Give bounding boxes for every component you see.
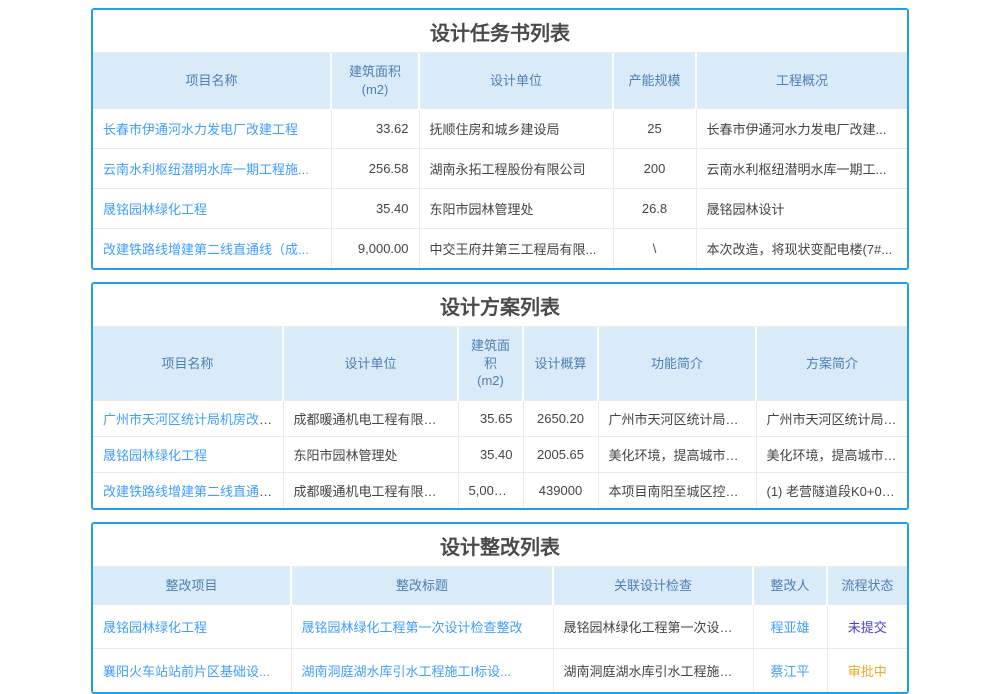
col-header-project-name: 项目名称 (93, 53, 331, 109)
col-header-rectification-project: 整改项目 (93, 567, 291, 605)
cell-function-intro: 广州市天河区统计局机房... (598, 400, 756, 436)
table-row: 广州市天河区统计局机房改造... 成都暖通机电工程有限公司 35.65 2650… (93, 400, 907, 436)
col-header-design-unit: 设计单位 (419, 53, 613, 109)
col-header-design-unit: 设计单位 (283, 327, 458, 400)
cell-design-unit: 成都暖通机电工程有限公司 (283, 400, 458, 436)
header-row: 项目名称 建筑面积 (m2) 设计单位 产能规模 工程概况 (93, 53, 907, 109)
cell-plan-intro: 美化环境，提高城市绿化... (756, 436, 907, 472)
cell-building-area: 33.62 (331, 109, 419, 149)
cell-capacity-scale: \ (613, 229, 696, 269)
cell-function-intro: 美化环境，提高城市绿化... (598, 436, 756, 472)
col-header-related-design-check: 关联设计检查 (553, 567, 753, 605)
project-link[interactable]: 长春市伊通河水力发电厂改建工程 (103, 122, 298, 137)
header-row: 项目名称 设计单位 建筑面积 (m2) 设计概算 功能简介 方案简介 (93, 327, 907, 400)
cell-function-intro: 本项目南阳至城区控制性... (598, 472, 756, 508)
cell-design-unit: 抚顺住房和城乡建设局 (419, 109, 613, 149)
table-row: 襄阳火车站站前片区基础设... 湖南洞庭湖水库引水工程施工I标设... 湖南洞庭… (93, 649, 907, 693)
project-link[interactable]: 晟铭园林绿化工程 (103, 202, 207, 217)
cell-plan-intro: 广州市天河区统计局机房... (756, 400, 907, 436)
cell-design-estimate: 439000 (523, 472, 598, 508)
cell-building-area: 256.58 (331, 149, 419, 189)
project-link[interactable]: 改建铁路线增建第二线直通线（成... (103, 242, 309, 257)
design-task-list-title: 设计任务书列表 (93, 10, 907, 53)
design-plan-list-title: 设计方案列表 (93, 284, 907, 327)
col-header-project-name: 项目名称 (93, 327, 283, 400)
cell-project-overview: 云南水利枢纽潜明水库一期工... (696, 149, 907, 189)
page-content: 设计任务书列表 项目名称 建筑面积 (m2) 设计单位 产能规模 工程概况 长春… (91, 8, 909, 694)
cell-building-area: 35.65 (458, 400, 523, 436)
table-row: 晟铭园林绿化工程 35.40 东阳市园林管理处 26.8 晟铭园林设计 (93, 189, 907, 229)
table-row: 云南水利枢纽潜明水库一期工程施... 256.58 湖南永拓工程股份有限公司 2… (93, 149, 907, 189)
cell-design-unit: 东阳市园林管理处 (419, 189, 613, 229)
col-header-function-intro: 功能简介 (598, 327, 756, 400)
header-row: 整改项目 整改标题 关联设计检查 整改人 流程状态 (93, 567, 907, 605)
cell-building-area: 35.40 (331, 189, 419, 229)
project-link[interactable]: 襄阳火车站站前片区基础设... (103, 664, 270, 679)
col-header-building-area: 建筑面积 (m2) (458, 327, 523, 400)
col-header-workflow-status: 流程状态 (827, 567, 907, 605)
col-header-rectifier: 整改人 (753, 567, 827, 605)
table-row: 晟铭园林绿化工程 东阳市园林管理处 35.40 2005.65 美化环境，提高城… (93, 436, 907, 472)
cell-building-area: 9,000.00 (331, 229, 419, 269)
table-row: 改建铁路线增建第二线直通线（成... 9,000.00 中交王府井第三工程局有限… (93, 229, 907, 269)
cell-building-area: 5,000.00 (458, 472, 523, 508)
cell-design-unit: 成都暖通机电工程有限公司 (283, 472, 458, 508)
cell-plan-intro: (1) 老营隧道段K0+000... (756, 472, 907, 508)
status-badge: 未提交 (848, 620, 887, 635)
col-header-plan-intro: 方案简介 (756, 327, 907, 400)
design-task-table: 项目名称 建筑面积 (m2) 设计单位 产能规模 工程概况 长春市伊通河水力发电… (93, 53, 907, 268)
project-link[interactable]: 改建铁路线增建第二线直通线... (103, 484, 283, 499)
cell-design-estimate: 2005.65 (523, 436, 598, 472)
rectifier-link[interactable]: 蔡江平 (770, 664, 809, 679)
cell-design-unit: 东阳市园林管理处 (283, 436, 458, 472)
cell-related-design-check: 晟铭园林绿化工程第一次设计... (553, 605, 753, 649)
cell-design-estimate: 2650.20 (523, 400, 598, 436)
design-task-list-panel: 设计任务书列表 项目名称 建筑面积 (m2) 设计单位 产能规模 工程概况 长春… (91, 8, 909, 270)
col-header-building-area: 建筑面积 (m2) (331, 53, 419, 109)
project-link[interactable]: 晟铭园林绿化工程 (103, 448, 207, 463)
project-link[interactable]: 晟铭园林绿化工程 (103, 620, 207, 635)
cell-design-unit: 湖南永拓工程股份有限公司 (419, 149, 613, 189)
project-link[interactable]: 广州市天河区统计局机房改造... (103, 412, 283, 427)
col-header-rectification-title: 整改标题 (291, 567, 553, 605)
design-rectification-list-panel: 设计整改列表 整改项目 整改标题 关联设计检查 整改人 流程状态 晟铭园林绿化工… (91, 522, 909, 694)
rectifier-link[interactable]: 程亚雄 (770, 620, 809, 635)
design-plan-list-panel: 设计方案列表 项目名称 设计单位 建筑面积 (m2) 设计概算 功能简介 方案简… (91, 282, 909, 510)
table-row: 晟铭园林绿化工程 晟铭园林绿化工程第一次设计检查整改 晟铭园林绿化工程第一次设计… (93, 605, 907, 649)
design-plan-table: 项目名称 设计单位 建筑面积 (m2) 设计概算 功能简介 方案简介 广州市天河… (93, 327, 907, 508)
design-rectification-list-title: 设计整改列表 (93, 524, 907, 567)
cell-project-overview: 长春市伊通河水力发电厂改建... (696, 109, 907, 149)
rectification-title-link[interactable]: 湖南洞庭湖水库引水工程施工I标设... (302, 664, 511, 679)
project-link[interactable]: 云南水利枢纽潜明水库一期工程施... (103, 162, 309, 177)
status-badge: 审批中 (848, 664, 887, 679)
cell-project-overview: 本次改造，将现状变配电楼(7#... (696, 229, 907, 269)
cell-capacity-scale: 200 (613, 149, 696, 189)
table-row: 长春市伊通河水力发电厂改建工程 33.62 抚顺住房和城乡建设局 25 长春市伊… (93, 109, 907, 149)
design-rectification-table: 整改项目 整改标题 关联设计检查 整改人 流程状态 晟铭园林绿化工程 晟铭园林绿… (93, 567, 907, 693)
col-header-capacity-scale: 产能规模 (613, 53, 696, 109)
cell-capacity-scale: 26.8 (613, 189, 696, 229)
col-header-design-estimate: 设计概算 (523, 327, 598, 400)
cell-related-design-check: 湖南洞庭湖水库引水工程施工I... (553, 649, 753, 693)
col-header-project-overview: 工程概况 (696, 53, 907, 109)
table-row: 改建铁路线增建第二线直通线... 成都暖通机电工程有限公司 5,000.00 4… (93, 472, 907, 508)
cell-project-overview: 晟铭园林设计 (696, 189, 907, 229)
rectification-title-link[interactable]: 晟铭园林绿化工程第一次设计检查整改 (302, 620, 523, 635)
cell-capacity-scale: 25 (613, 109, 696, 149)
cell-design-unit: 中交王府井第三工程局有限... (419, 229, 613, 269)
cell-building-area: 35.40 (458, 436, 523, 472)
